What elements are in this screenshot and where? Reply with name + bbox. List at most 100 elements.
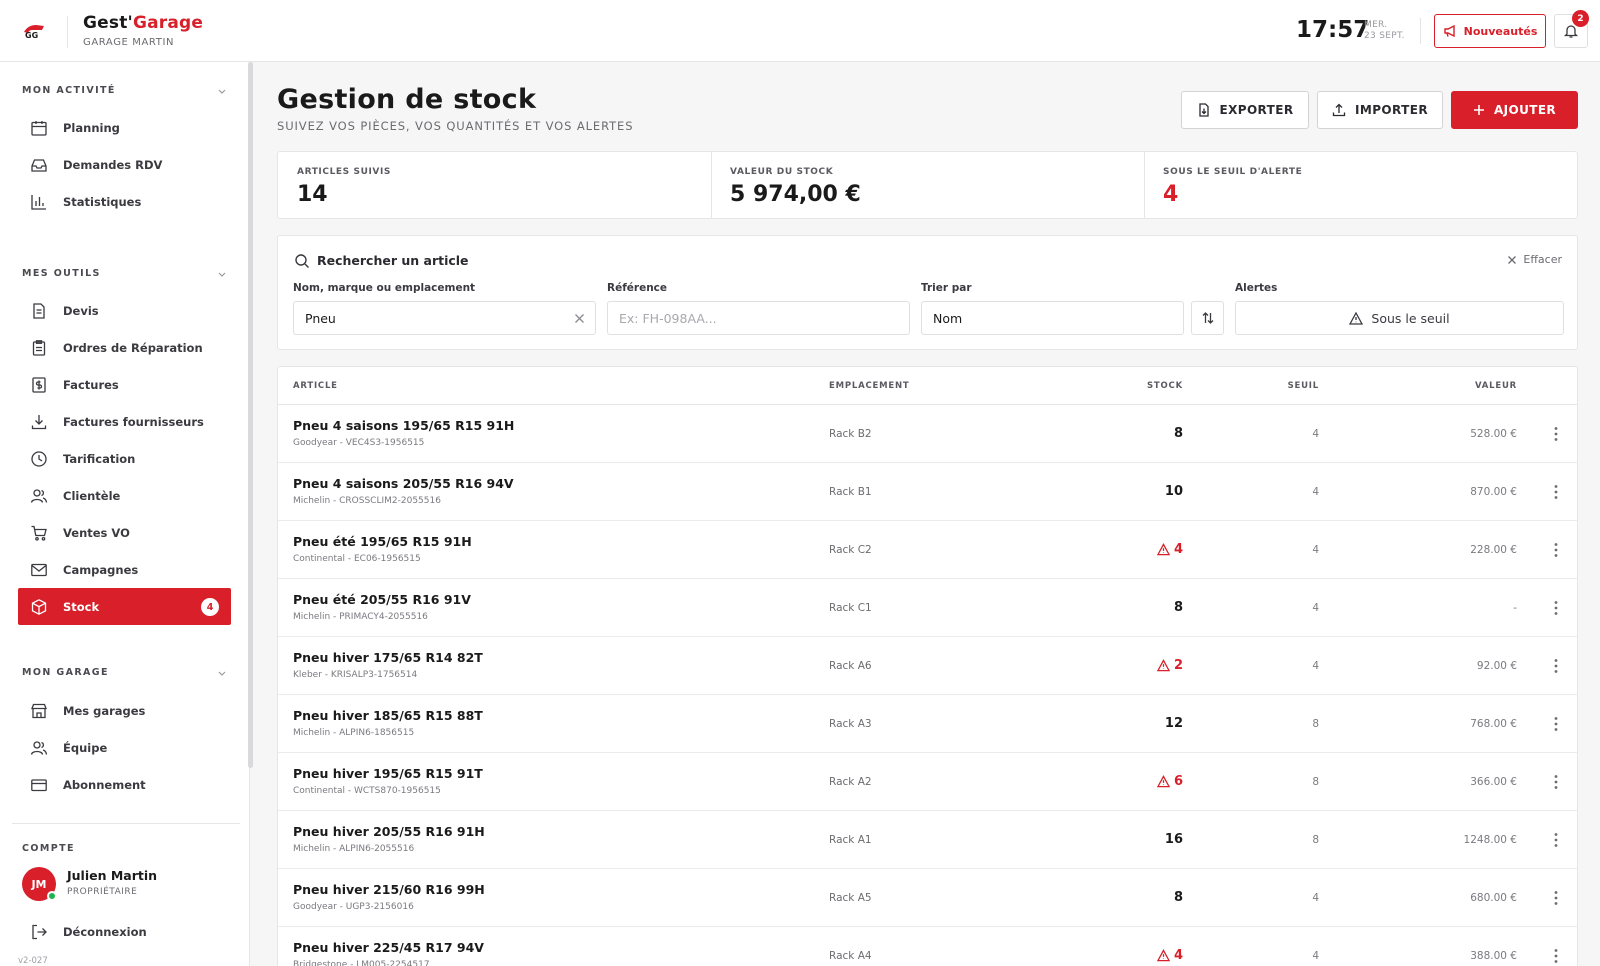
sidebar-item-clientele[interactable]: Clientèle (18, 477, 231, 514)
add-button[interactable]: AJOUTER (1451, 91, 1578, 129)
more-options-icon[interactable] (1554, 542, 1558, 558)
section-title-tools[interactable]: MES OUTILS (22, 268, 101, 279)
sidebar-item-tarification[interactable]: Tarification (18, 440, 231, 477)
export-button[interactable]: EXPORTER (1181, 91, 1309, 129)
more-options-icon[interactable] (1554, 426, 1558, 442)
table-row[interactable]: Pneu été 205/55 R16 91V Michelin - PRIMAC… (278, 579, 1577, 637)
section-title-garage[interactable]: MON GARAGE (22, 667, 109, 678)
stock-alert-badge: 4 (201, 598, 219, 616)
warning-icon (1156, 543, 1170, 556)
more-options-icon[interactable] (1554, 832, 1558, 848)
article-reference: Continental - WCTS870-1956515 (293, 786, 441, 796)
table-row[interactable]: Pneu hiver 225/45 R17 94V Bridgestone - L… (278, 927, 1577, 966)
reference-filter-label: Référence (607, 282, 668, 294)
chevron-down-icon[interactable] (217, 668, 227, 678)
clear-filters-button[interactable]: Effacer (1507, 253, 1562, 266)
page-subtitle: SUIVEZ VOS PIÈCES, VOS QUANTITÉS ET VOS … (277, 119, 634, 133)
sidebar-item-factures-fournisseurs[interactable]: Factures fournisseurs (18, 403, 231, 440)
document-icon (33, 302, 45, 319)
article-stock: 4 (1156, 948, 1183, 963)
sidebar-scrollbar[interactable] (248, 62, 253, 768)
logout-button[interactable]: Déconnexion (18, 913, 231, 950)
sidebar-item-devis[interactable]: Devis (18, 292, 231, 329)
credit-card-icon (31, 778, 47, 791)
more-options-icon[interactable] (1554, 890, 1558, 906)
table-row[interactable]: Pneu 4 saisons 205/55 R16 94V Michelin - … (278, 463, 1577, 521)
notification-count-badge: 2 (1572, 10, 1589, 27)
table-row[interactable]: Pneu hiver 195/65 R15 91T Continental - W… (278, 753, 1577, 811)
column-location[interactable]: EMPLACEMENT (829, 381, 910, 391)
sort-arrows-icon (1202, 312, 1213, 324)
warning-icon (1349, 311, 1364, 325)
warning-icon (1156, 949, 1170, 962)
column-value[interactable]: VALEUR (1475, 381, 1517, 391)
mail-icon (31, 563, 47, 576)
more-options-icon[interactable] (1554, 716, 1558, 732)
app-version: v2-027 (18, 956, 48, 966)
column-stock[interactable]: STOCK (1147, 381, 1183, 391)
table-row[interactable]: Pneu hiver 175/65 R14 82T Kleber - KRISAL… (278, 637, 1577, 695)
news-button[interactable]: Nouveautés (1434, 14, 1546, 48)
article-location: Rack B2 (829, 428, 872, 440)
article-threshold: 8 (1312, 776, 1319, 788)
more-options-icon[interactable] (1554, 484, 1558, 500)
more-options-icon[interactable] (1554, 948, 1558, 964)
article-reference: Michelin - CROSSCLIM2-2055516 (293, 496, 441, 506)
box-icon (31, 598, 47, 615)
article-value: 768.00 € (1470, 718, 1517, 730)
article-value: 92.00 € (1476, 660, 1517, 672)
article-name: Pneu hiver 205/55 R16 91H (293, 824, 485, 839)
column-threshold[interactable]: SEUIL (1288, 381, 1319, 391)
sidebar-item-equipe[interactable]: Équipe (18, 729, 231, 766)
sidebar-item-ordres-reparation[interactable]: Ordres de Réparation (18, 329, 231, 366)
page-title: Gestion de stock (277, 84, 537, 115)
article-location: Rack A1 (829, 834, 872, 846)
table-row[interactable]: Pneu été 195/65 R15 91H Continental - EC0… (278, 521, 1577, 579)
brand-separator (67, 16, 68, 48)
article-value: 1248.00 € (1463, 834, 1517, 846)
article-stock: 8 (1173, 600, 1183, 615)
table-row[interactable]: Pneu hiver 185/65 R15 88T Michelin - ALPI… (278, 695, 1577, 753)
sidebar-item-campagnes[interactable]: Campagnes (18, 551, 231, 588)
reference-input[interactable]: Ex: FH-098AA... (607, 301, 910, 335)
chevron-down-icon[interactable] (217, 86, 227, 96)
article-name: Pneu été 195/65 R15 91H (293, 534, 472, 549)
sidebar-item-ventes-vo[interactable]: Ventes VO (18, 514, 231, 551)
table-row[interactable]: Pneu hiver 205/55 R16 91H Michelin - ALPI… (278, 811, 1577, 869)
export-file-icon (1198, 103, 1209, 117)
more-options-icon[interactable] (1554, 600, 1558, 616)
article-reference: Michelin - ALPIN6-2055516 (293, 844, 415, 854)
cart-icon (31, 525, 47, 541)
sidebar-item-stock[interactable]: Stock 4 (18, 588, 231, 625)
section-title-activity[interactable]: MON ACTIVITÉ (22, 85, 116, 96)
sidebar-item-demandes-rdv[interactable]: Demandes RDV (18, 146, 231, 183)
article-threshold: 4 (1312, 486, 1319, 498)
table-row[interactable]: Pneu 4 saisons 195/65 R15 91H Goodyear - … (278, 405, 1577, 463)
article-reference: Goodyear - VEC4S3-1956515 (293, 438, 425, 448)
import-button[interactable]: IMPORTER (1317, 91, 1443, 129)
stats-panel: ARTICLES SUIVIS 14 VALEUR DU STOCK 5 974… (277, 151, 1578, 219)
logo-icon[interactable]: GG (22, 22, 46, 40)
more-options-icon[interactable] (1554, 774, 1558, 790)
sort-direction-button[interactable] (1191, 301, 1224, 335)
article-value: 528.00 € (1470, 428, 1517, 440)
below-threshold-filter-button[interactable]: Sous le seuil (1235, 301, 1564, 335)
article-threshold: 8 (1312, 718, 1319, 730)
article-stock: 16 (1164, 832, 1183, 847)
sidebar-item-abonnement[interactable]: Abonnement (18, 766, 231, 803)
sidebar-item-mes-garages[interactable]: Mes garages (18, 692, 231, 729)
sidebar-item-statistiques[interactable]: Statistiques (18, 183, 231, 220)
article-stock: 4 (1156, 542, 1183, 557)
clear-input-icon[interactable] (574, 313, 585, 324)
column-article[interactable]: ARTICLE (293, 381, 338, 391)
name-search-input[interactable]: Pneu (293, 301, 596, 335)
user-name: Julien Martin (67, 868, 158, 883)
sidebar-item-planning[interactable]: Planning (18, 109, 231, 146)
sidebar-item-factures[interactable]: Factures (18, 366, 231, 403)
sort-select[interactable]: Nom (921, 301, 1184, 335)
chevron-down-icon[interactable] (217, 269, 227, 279)
more-options-icon[interactable] (1554, 658, 1558, 674)
online-status-dot (47, 891, 57, 901)
table-row[interactable]: Pneu hiver 215/60 R16 99H Goodyear - UGP3… (278, 869, 1577, 927)
article-name: Pneu 4 saisons 205/55 R16 94V (293, 476, 514, 491)
